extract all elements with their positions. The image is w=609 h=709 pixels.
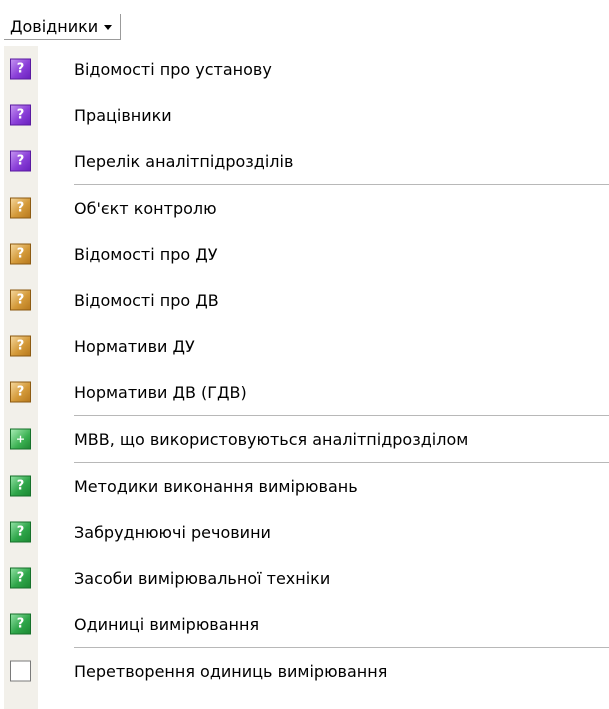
menu-item-obiekt-kontroliu[interactable]: ? Об'єкт контролю [4, 185, 609, 231]
icon-glyph: ? [16, 384, 25, 400]
menu-item-label: Відомості про установу [74, 59, 272, 79]
icon-glyph: ? [16, 616, 25, 632]
icon-glyph: ? [16, 292, 25, 308]
dropdown-menu: ? Відомості про установу ? Працівники ? … [4, 46, 609, 709]
help-orange-icon: ? [10, 243, 31, 265]
menu-item-normatyvy-dv-gdv[interactable]: ? Нормативи ДВ (ГДВ) [4, 369, 609, 415]
help-orange-icon: ? [10, 289, 31, 311]
help-green-icon: ? [10, 613, 31, 635]
help-purple-icon: ? [10, 58, 31, 80]
menu-title-label: Довідники [10, 17, 99, 36]
menu-item-label: Нормативи ДВ (ГДВ) [74, 382, 247, 402]
menu-item-label: Забруднюючі речовини [74, 522, 271, 542]
menu-item-label: Засоби вимірювальної техніки [74, 568, 331, 588]
menu-item-perelik-analitpidrozdiliv[interactable]: ? Перелік аналітпідрозділів [4, 138, 609, 184]
menu-item-label: Перетворення одиниць вимірювання [74, 661, 388, 681]
dropdown-caret-icon [104, 25, 113, 30]
menu-item-normatyvy-du[interactable]: ? Нормативи ДУ [4, 323, 609, 369]
menu-item-label: Одиниці вимірювання [74, 614, 260, 634]
menu-item-vidomosti-pro-du[interactable]: ? Відомості про ДУ [4, 231, 609, 277]
help-green-icon: ? [10, 567, 31, 589]
icon-glyph: ? [16, 200, 25, 216]
menu-item-label: Нормативи ДУ [74, 336, 195, 356]
help-orange-icon: ? [10, 381, 31, 403]
help-green-icon: ? [10, 475, 31, 497]
menu-dovidnyky-button[interactable]: Довідники [4, 14, 122, 40]
help-orange-icon: ? [10, 197, 31, 219]
menu-items-list: ? Відомості про установу ? Працівники ? … [4, 46, 609, 694]
grid-conversion-icon [10, 660, 31, 682]
icon-glyph: ? [16, 61, 25, 77]
menu-item-metodyky-vymiriuvan[interactable]: ? Методики виконання вимірювань [4, 463, 609, 509]
icon-glyph: ? [16, 570, 25, 586]
icon-glyph: + [15, 432, 26, 446]
icon-glyph: ? [16, 478, 25, 494]
help-green-icon: ? [10, 521, 31, 543]
help-purple-icon: ? [10, 104, 31, 126]
add-green-icon: + [10, 428, 31, 450]
menu-item-label: МВВ, що використовуються аналітпідрозділ… [74, 429, 469, 449]
menu-item-label: Працівники [74, 105, 172, 125]
icon-glyph: ? [16, 107, 25, 123]
menu-bar: Довідники [0, 0, 609, 46]
menu-item-mvv-analitpidrozdil[interactable]: + МВВ, що використовуються аналітпідрозд… [4, 416, 609, 462]
menu-item-label: Методики виконання вимірювань [74, 476, 358, 496]
menu-item-zasoby-tekhniky[interactable]: ? Засоби вимірювальної техніки [4, 555, 609, 601]
icon-glyph: ? [16, 153, 25, 169]
menu-item-peretvorennia-odynyts[interactable]: Перетворення одиниць вимірювання [4, 648, 609, 694]
menu-item-zabrudniuiuchi-rechovyny[interactable]: ? Забруднюючі речовини [4, 509, 609, 555]
menu-item-vidomosti-pro-ustanovu[interactable]: ? Відомості про установу [4, 46, 609, 92]
menu-item-label: Об'єкт контролю [74, 198, 217, 218]
menu-item-vidomosti-pro-dv[interactable]: ? Відомості про ДВ [4, 277, 609, 323]
menu-item-label: Перелік аналітпідрозділів [74, 151, 294, 171]
menu-item-odynytsi-vymiriuvannia[interactable]: ? Одиниці вимірювання [4, 601, 609, 647]
help-orange-icon: ? [10, 335, 31, 357]
icon-glyph: ? [16, 246, 25, 262]
menu-item-pratsivnyky[interactable]: ? Працівники [4, 92, 609, 138]
menu-item-label: Відомості про ДВ [74, 290, 219, 310]
icon-glyph: ? [16, 524, 25, 540]
icon-glyph: ? [16, 338, 25, 354]
menu-item-label: Відомості про ДУ [74, 244, 218, 264]
help-purple-icon: ? [10, 150, 31, 172]
